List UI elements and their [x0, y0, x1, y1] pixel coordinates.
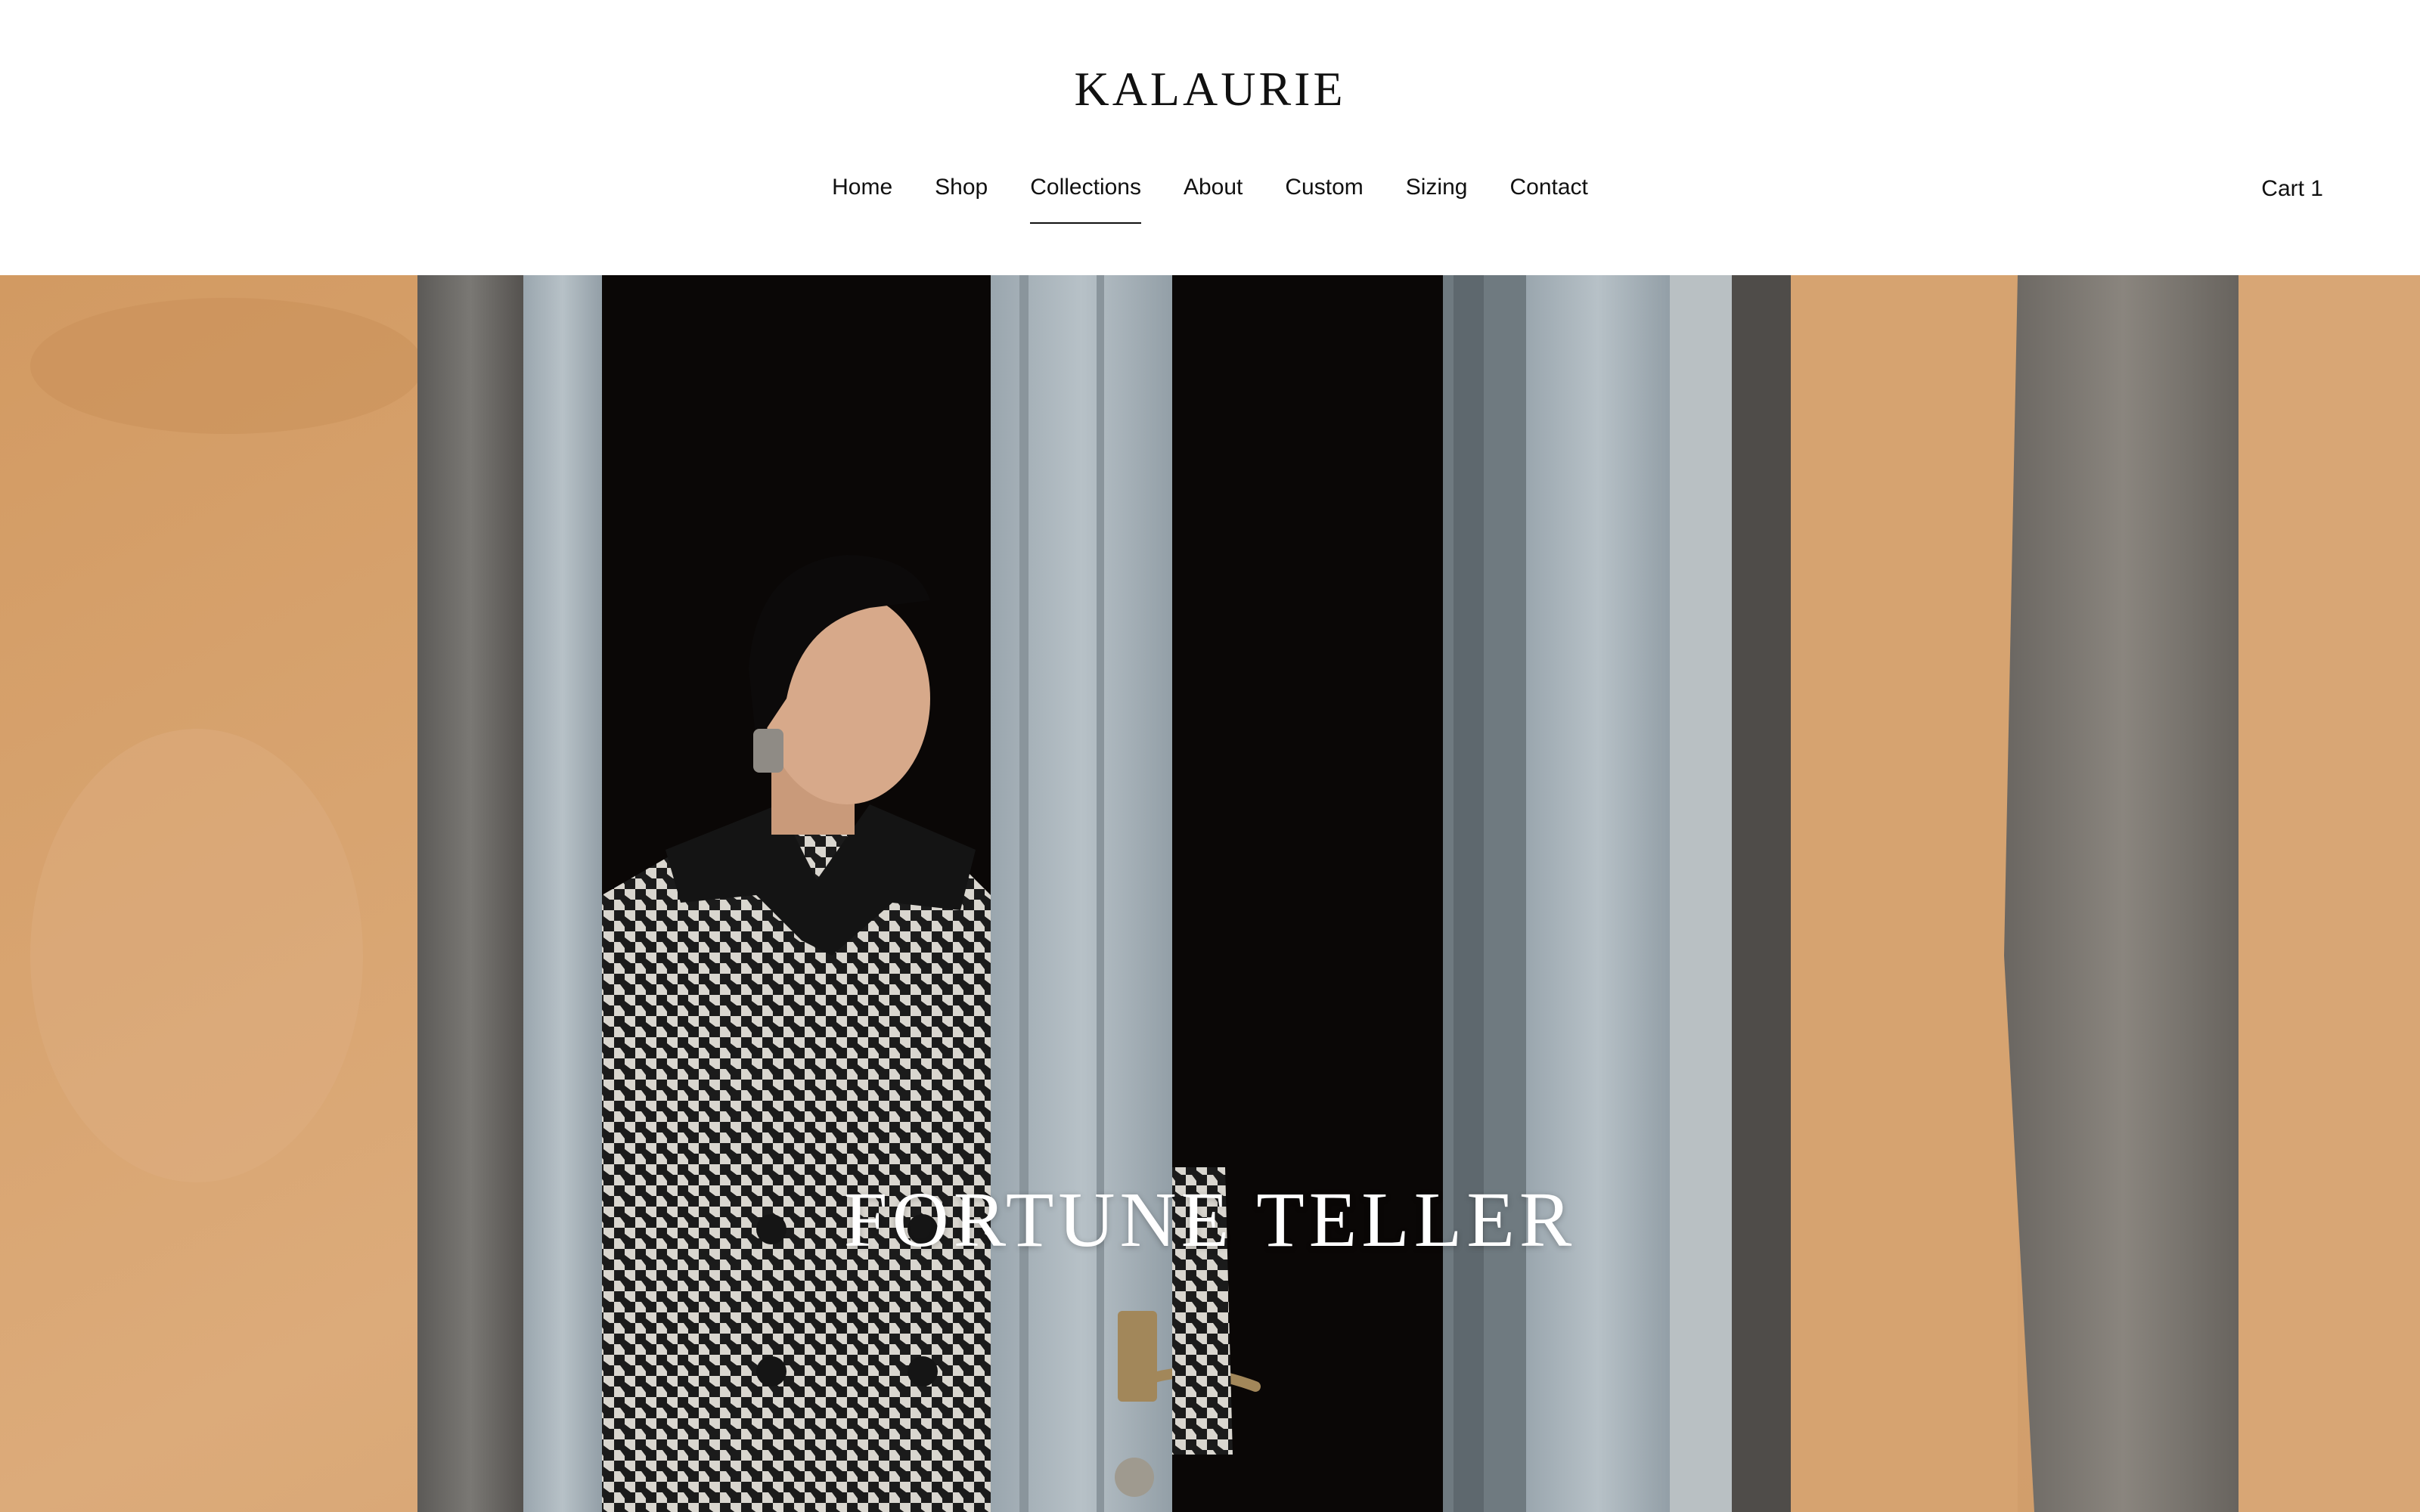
brand-logo[interactable]: KALAURIE: [0, 59, 2420, 119]
cart-link[interactable]: Cart 1: [2261, 172, 2323, 206]
nav-item-collections[interactable]: Collections: [1030, 171, 1141, 224]
nav-item-home[interactable]: Home: [832, 171, 892, 216]
hero-title: FORTUNE TELLER: [843, 1176, 1577, 1263]
nav-item-contact[interactable]: Contact: [1509, 171, 1587, 216]
nav-item-sizing[interactable]: Sizing: [1406, 171, 1468, 216]
nav-item-about[interactable]: About: [1184, 171, 1243, 216]
site-header: KALAURIE Home Shop Collections About Cus…: [0, 0, 2420, 275]
hero-banner[interactable]: FORTUNE TELLER: [0, 275, 2420, 1512]
hero-image: [0, 275, 2420, 1512]
nav-item-custom[interactable]: Custom: [1285, 171, 1363, 216]
main-nav: Home Shop Collections About Custom Sizin…: [0, 171, 2420, 224]
nav-item-shop[interactable]: Shop: [935, 171, 988, 216]
